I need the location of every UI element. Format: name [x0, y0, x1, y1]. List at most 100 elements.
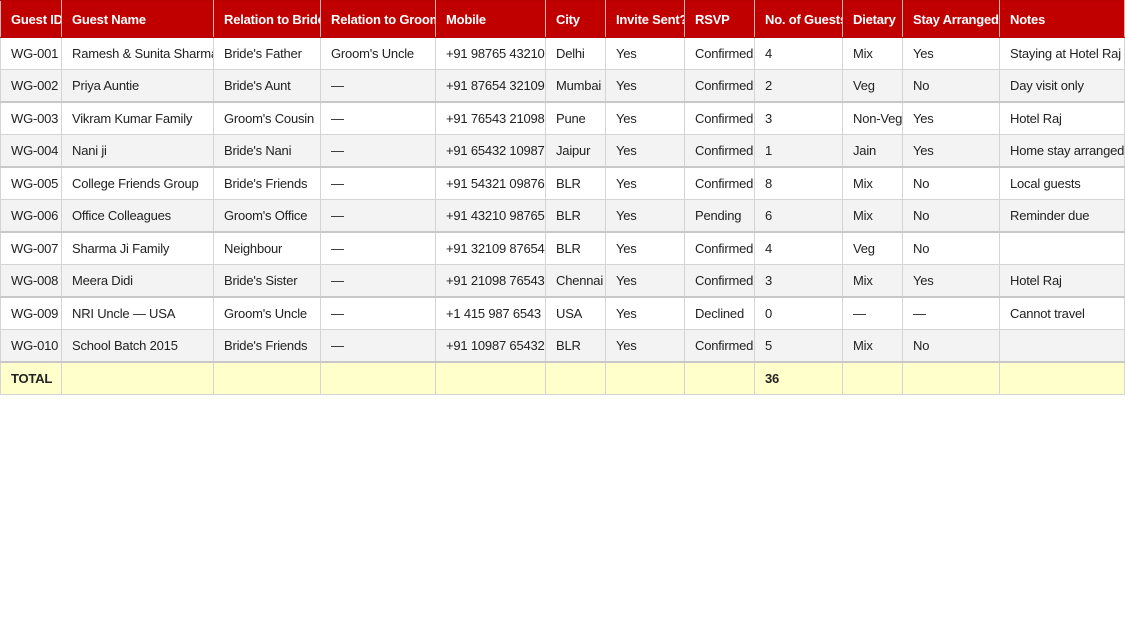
cell-relation-to-groom[interactable]: — — [320, 69, 436, 103]
cell-stay-arranged[interactable]: Yes — [902, 37, 1000, 70]
cell-mobile[interactable]: +1 415 987 6543 — [435, 296, 546, 330]
cell-relation-to-bride[interactable]: Neighbour — [213, 231, 321, 265]
cell-guest-name[interactable]: College Friends Group — [61, 166, 214, 200]
cell-rsvp[interactable]: Declined — [684, 296, 755, 330]
column-header-guest-id[interactable]: Guest ID — [0, 0, 62, 38]
column-header-relation-to-groom[interactable]: Relation to Groom — [320, 0, 436, 38]
cell-mobile[interactable]: +91 76543 21098 — [435, 101, 546, 135]
cell-rsvp[interactable]: Pending — [684, 199, 755, 233]
cell-dietary[interactable]: Veg — [842, 231, 903, 265]
cell-relation-to-groom[interactable]: — — [320, 101, 436, 135]
cell-relation-to-groom[interactable]: — — [320, 199, 436, 233]
cell-notes[interactable]: Local guests — [999, 166, 1125, 200]
cell-no-of-guests[interactable]: 4 — [754, 231, 843, 265]
cell-guest-id[interactable]: WG-007 — [0, 231, 62, 265]
column-header-mobile[interactable]: Mobile — [435, 0, 546, 38]
cell-guest-id[interactable]: WG-003 — [0, 101, 62, 135]
cell-relation-to-bride[interactable]: Bride's Friends — [213, 329, 321, 363]
cell-dietary[interactable]: Mix — [842, 166, 903, 200]
cell-dietary[interactable]: Mix — [842, 199, 903, 233]
cell-no-of-guests[interactable]: 1 — [754, 134, 843, 168]
cell-guest-id[interactable]: WG-010 — [0, 329, 62, 363]
column-header-stay-arranged[interactable]: Stay Arranged? — [902, 0, 1000, 38]
cell-mobile[interactable]: +91 54321 09876 — [435, 166, 546, 200]
cell-rsvp[interactable]: Confirmed — [684, 231, 755, 265]
cell-guest-id[interactable]: WG-005 — [0, 166, 62, 200]
cell-mobile[interactable]: +91 21098 76543 — [435, 264, 546, 298]
cell-relation-to-bride[interactable]: Bride's Father — [213, 37, 321, 70]
cell-relation-to-bride[interactable]: Bride's Nani — [213, 134, 321, 168]
cell-dietary[interactable]: Mix — [842, 264, 903, 298]
cell-guest-name[interactable]: Sharma Ji Family — [61, 231, 214, 265]
cell-rsvp[interactable]: Confirmed — [684, 69, 755, 103]
cell-guest-name[interactable]: NRI Uncle — USA — [61, 296, 214, 330]
cell-dietary[interactable]: Mix — [842, 329, 903, 363]
column-header-invite-sent[interactable]: Invite Sent? — [605, 0, 685, 38]
cell-guest-name[interactable]: Meera Didi — [61, 264, 214, 298]
cell-rsvp[interactable]: Confirmed — [684, 37, 755, 70]
cell-stay-arranged[interactable]: No — [902, 199, 1000, 233]
cell-stay-arranged[interactable]: Yes — [902, 101, 1000, 135]
cell-notes[interactable]: Cannot travel — [999, 296, 1125, 330]
total-label-cell[interactable]: TOTAL — [0, 361, 62, 395]
cell-invite-sent[interactable]: Yes — [605, 199, 685, 233]
cell-guest-id[interactable]: WG-008 — [0, 264, 62, 298]
cell-invite-sent[interactable]: Yes — [605, 296, 685, 330]
cell-relation-to-bride[interactable]: Groom's Office — [213, 199, 321, 233]
cell-relation-to-groom[interactable]: — — [320, 264, 436, 298]
cell-notes[interactable]: Day visit only — [999, 69, 1125, 103]
cell-relation-to-groom[interactable]: — — [320, 231, 436, 265]
cell-invite-sent[interactable]: Yes — [605, 166, 685, 200]
cell-mobile[interactable]: +91 32109 87654 — [435, 231, 546, 265]
cell-invite-sent[interactable]: Yes — [605, 134, 685, 168]
cell-invite-sent[interactable]: Yes — [605, 37, 685, 70]
cell-stay-arranged[interactable]: Yes — [902, 264, 1000, 298]
total-guests-cell[interactable]: 36 — [754, 361, 843, 395]
column-header-guest-name[interactable]: Guest Name — [61, 0, 214, 38]
total-cell[interactable] — [320, 361, 436, 395]
total-cell[interactable] — [213, 361, 321, 395]
cell-rsvp[interactable]: Confirmed — [684, 264, 755, 298]
cell-guest-name[interactable]: Nani ji — [61, 134, 214, 168]
cell-notes[interactable]: Hotel Raj — [999, 264, 1125, 298]
cell-notes[interactable]: Home stay arranged — [999, 134, 1125, 168]
cell-city[interactable]: BLR — [545, 231, 606, 265]
cell-city[interactable]: Chennai — [545, 264, 606, 298]
total-cell[interactable] — [842, 361, 903, 395]
cell-relation-to-groom[interactable]: — — [320, 296, 436, 330]
total-cell[interactable] — [545, 361, 606, 395]
cell-mobile[interactable]: +91 43210 98765 — [435, 199, 546, 233]
cell-guest-name[interactable]: Ramesh & Sunita Sharma — [61, 37, 214, 70]
cell-rsvp[interactable]: Confirmed — [684, 329, 755, 363]
cell-no-of-guests[interactable]: 5 — [754, 329, 843, 363]
total-cell[interactable] — [61, 361, 214, 395]
cell-no-of-guests[interactable]: 2 — [754, 69, 843, 103]
cell-rsvp[interactable]: Confirmed — [684, 166, 755, 200]
cell-dietary[interactable]: Mix — [842, 37, 903, 70]
cell-relation-to-groom[interactable]: — — [320, 134, 436, 168]
cell-notes[interactable] — [999, 231, 1125, 265]
cell-mobile[interactable]: +91 98765 43210 — [435, 37, 546, 70]
cell-invite-sent[interactable]: Yes — [605, 101, 685, 135]
cell-relation-to-bride[interactable]: Bride's Sister — [213, 264, 321, 298]
cell-guest-name[interactable]: Office Colleagues — [61, 199, 214, 233]
cell-stay-arranged[interactable]: No — [902, 231, 1000, 265]
column-header-rsvp[interactable]: RSVP — [684, 0, 755, 38]
cell-city[interactable]: BLR — [545, 329, 606, 363]
column-header-relation-to-bride[interactable]: Relation to Bride — [213, 0, 321, 38]
cell-city[interactable]: USA — [545, 296, 606, 330]
cell-invite-sent[interactable]: Yes — [605, 231, 685, 265]
cell-guest-id[interactable]: WG-002 — [0, 69, 62, 103]
cell-city[interactable]: Jaipur — [545, 134, 606, 168]
cell-relation-to-bride[interactable]: Groom's Cousin — [213, 101, 321, 135]
cell-city[interactable]: Delhi — [545, 37, 606, 70]
cell-guest-id[interactable]: WG-001 — [0, 37, 62, 70]
cell-invite-sent[interactable]: Yes — [605, 329, 685, 363]
column-header-dietary[interactable]: Dietary — [842, 0, 903, 38]
cell-dietary[interactable]: Jain — [842, 134, 903, 168]
cell-relation-to-bride[interactable]: Bride's Aunt — [213, 69, 321, 103]
cell-notes[interactable]: Hotel Raj — [999, 101, 1125, 135]
cell-stay-arranged[interactable]: Yes — [902, 134, 1000, 168]
column-header-no-of-guests[interactable]: No. of Guests — [754, 0, 843, 38]
cell-relation-to-groom[interactable]: — — [320, 166, 436, 200]
